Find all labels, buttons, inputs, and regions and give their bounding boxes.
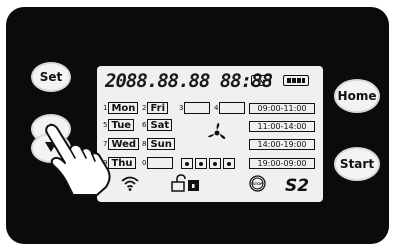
day-slot-4: 4 [214,102,246,114]
set-button[interactable]: Set [31,62,71,92]
control-panel: Set Home Start 2088.88.88 88:88 1 Mon 2 Fr… [6,7,389,244]
day-sat: 6 Sat [142,119,173,131]
day-fri: 2 Fri [142,102,169,114]
battery-icon [283,75,309,86]
lcd-display: 2088.88.88 88:88 1 Mon 2 Fri 3 4 5 Tue 6 Sat… [97,66,323,202]
fan-icon [205,121,229,149]
start-button[interactable]: Start [334,147,380,181]
lock-icon [171,174,201,196]
pointing-hand-icon [39,123,115,201]
day-slot-0: 0 [142,157,174,169]
time-slot-2: 11:00-14:00 [249,121,315,132]
dot-indicator [223,158,235,169]
day-slot-3: 3 [179,102,211,114]
dot-indicators [181,158,235,169]
wifi-icon [121,175,139,195]
date-time-digits: 2088.88.88 88:88 [105,70,273,92]
stop-icon: STOP [249,175,266,196]
day-sun: 8 Sun [142,138,175,150]
s2-indicator: S2 [285,176,310,196]
time-slot-4: 19:00-09:00 [249,158,315,169]
home-button[interactable]: Home [334,79,380,113]
time-slot-1: 09:00-11:00 [249,103,315,114]
time-slot-3: 14:00-19:00 [249,139,315,150]
dot-indicator [195,158,207,169]
plug-icon [251,75,271,86]
dot-indicator [209,158,221,169]
stop-label: STOP [252,181,263,186]
day-mon: 1 Mon [103,102,139,114]
dot-indicator [181,158,193,169]
